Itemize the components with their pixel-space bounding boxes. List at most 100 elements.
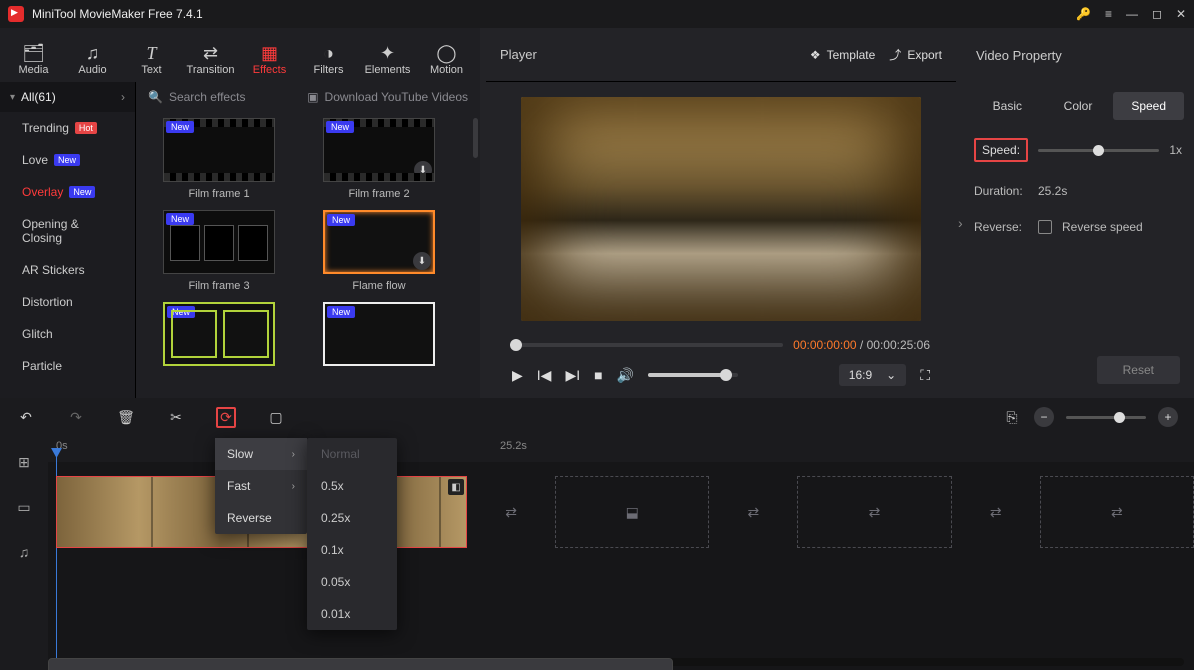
speed-option-0-25x[interactable]: 0.25x: [307, 502, 397, 534]
library-panel: 🗂Media ♫Audio TText ⇄Transition ▦Effects…: [0, 28, 480, 398]
speed-menu-reverse[interactable]: Reverse: [215, 502, 307, 534]
category-glitch[interactable]: Glitch: [0, 318, 135, 350]
category-overlay[interactable]: OverlayNew: [0, 176, 135, 208]
search-placeholder: Search effects: [169, 90, 246, 104]
horizontal-scrollbar[interactable]: [48, 658, 1184, 666]
transition-slot[interactable]: ⇄: [741, 476, 765, 548]
speed-slider[interactable]: [1038, 149, 1159, 152]
seek-slider[interactable]: [512, 343, 783, 347]
youtube-icon: ▣: [307, 90, 318, 104]
zoom-in-button[interactable]: +: [1158, 407, 1178, 427]
delete-button[interactable]: 🗑: [116, 409, 136, 426]
download-youtube-button[interactable]: ▣ Download YouTube Videos: [307, 90, 468, 104]
tab-color[interactable]: Color: [1043, 92, 1114, 120]
speed-option-normal[interactable]: Normal: [307, 438, 397, 470]
zoom-slider[interactable]: [1066, 416, 1146, 419]
timeline-toolbar: ↶ ↷ 🗑 ✂ ⟳ ▢ ⎘ − +: [0, 398, 1194, 436]
redo-button[interactable]: ↷: [66, 409, 86, 426]
category-distortion[interactable]: Distortion: [0, 286, 135, 318]
empty-clip-slot[interactable]: ⇄: [797, 476, 951, 548]
tab-speed[interactable]: Speed: [1113, 92, 1184, 120]
transition-slot[interactable]: ⇄: [984, 476, 1008, 548]
reset-button[interactable]: Reset: [1097, 356, 1180, 384]
effect-name: Flame flow: [352, 280, 405, 292]
player-panel: Player ❖Template ⤴Export 00:00:00:00 / 0…: [486, 28, 956, 398]
play-button[interactable]: ▶: [512, 367, 523, 384]
category-label: Glitch: [22, 327, 53, 341]
export-label: Export: [907, 48, 942, 62]
effect-item[interactable]: New Film frame 3: [146, 210, 292, 292]
video-property-panel: Video Property Basic Color Speed Speed: …: [962, 28, 1194, 398]
search-input[interactable]: 🔍 Search effects: [148, 90, 293, 104]
tab-label: Filters: [314, 64, 344, 76]
tab-elements[interactable]: ✦Elements: [358, 36, 417, 82]
category-particle[interactable]: Particle: [0, 350, 135, 382]
tab-transition[interactable]: ⇄Transition: [181, 36, 240, 82]
transition-slot[interactable]: ⇄: [499, 476, 523, 548]
fit-button[interactable]: ⎘: [1002, 409, 1022, 426]
speed-option-0-5x[interactable]: 0.5x: [307, 470, 397, 502]
download-icon[interactable]: ⬇: [413, 252, 431, 270]
chevron-right-icon: ›: [121, 90, 125, 104]
prev-frame-button[interactable]: I◀: [537, 367, 552, 384]
effect-thumbnail: New: [323, 302, 435, 366]
category-love[interactable]: LoveNew: [0, 144, 135, 176]
speed-menu-fast[interactable]: Fast›: [215, 470, 307, 502]
speed-option-0-01x[interactable]: 0.01x: [307, 598, 397, 630]
speed-option-0-05x[interactable]: 0.05x: [307, 566, 397, 598]
speed-tool-button[interactable]: ⟳: [216, 407, 236, 428]
category-all[interactable]: ▾ All(61) ›: [0, 82, 135, 112]
stop-button[interactable]: ■: [594, 367, 602, 383]
tab-motion[interactable]: ◯Motion: [417, 36, 476, 82]
category-label: Overlay: [22, 185, 63, 199]
effect-item[interactable]: New: [306, 302, 452, 372]
hot-badge: Hot: [75, 122, 97, 134]
close-icon[interactable]: ✕: [1176, 7, 1186, 21]
player-title: Player: [500, 47, 537, 62]
fullscreen-button[interactable]: ⛶: [920, 367, 930, 384]
category-trending[interactable]: TrendingHot: [0, 112, 135, 144]
next-frame-button[interactable]: ▶I: [565, 367, 580, 384]
collapse-chevron-icon[interactable]: ›: [958, 215, 1194, 231]
aspect-select[interactable]: 16:9 ⌄: [839, 364, 906, 386]
split-button[interactable]: ✂: [166, 409, 186, 426]
volume-slider[interactable]: [648, 373, 738, 377]
category-label: AR Stickers: [22, 263, 85, 277]
effect-item[interactable]: New⬇ Flame flow: [306, 210, 452, 292]
tab-audio[interactable]: ♫Audio: [63, 36, 122, 82]
speed-menu-slow[interactable]: Slow›: [215, 438, 307, 470]
effect-item[interactable]: New⬇ Film frame 2: [306, 118, 452, 200]
volume-icon[interactable]: 🔊: [617, 367, 634, 384]
speed-option-0-1x[interactable]: 0.1x: [307, 534, 397, 566]
effect-item[interactable]: New: [146, 302, 292, 372]
license-key-icon[interactable]: 🔑: [1076, 7, 1091, 21]
crop-button[interactable]: ▢: [266, 409, 286, 426]
new-badge: New: [166, 121, 194, 133]
menu-icon[interactable]: ≡: [1105, 7, 1112, 21]
add-track-icon[interactable]: ⊞: [18, 454, 30, 471]
new-badge: New: [327, 306, 355, 318]
scrollbar[interactable]: [473, 118, 478, 158]
download-icon[interactable]: ⬇: [414, 161, 432, 179]
video-preview[interactable]: [521, 97, 921, 321]
effect-item[interactable]: New Film frame 1: [146, 118, 292, 200]
speed-menu: Slow› Fast› Reverse: [215, 438, 307, 534]
category-opening-closing[interactable]: Opening & Closing: [0, 208, 135, 254]
zoom-out-button[interactable]: −: [1034, 407, 1054, 427]
category-ar-stickers[interactable]: AR Stickers: [0, 254, 135, 286]
maximize-icon[interactable]: ◻: [1152, 7, 1162, 21]
clip-options-icon[interactable]: ◧: [448, 479, 464, 495]
minimize-icon[interactable]: —: [1126, 7, 1138, 21]
empty-clip-slot[interactable]: ⬓: [555, 476, 709, 548]
template-button[interactable]: ❖Template: [810, 48, 875, 62]
tab-effects[interactable]: ▦Effects: [240, 36, 299, 82]
undo-button[interactable]: ↶: [16, 409, 36, 426]
tab-media[interactable]: 🗂Media: [4, 36, 63, 82]
export-button[interactable]: ⤴Export: [889, 46, 942, 63]
search-icon: 🔍: [148, 90, 163, 104]
tab-basic[interactable]: Basic: [972, 92, 1043, 120]
tab-text[interactable]: TText: [122, 36, 181, 82]
tab-filters[interactable]: ◑Filters: [299, 36, 358, 82]
empty-clip-slot[interactable]: ⇄: [1040, 476, 1194, 548]
timeline-panel: ↶ ↷ 🗑 ✂ ⟳ ▢ ⎘ − + ⊞ ▭ ♫ 0s 25.2s: [0, 398, 1194, 670]
